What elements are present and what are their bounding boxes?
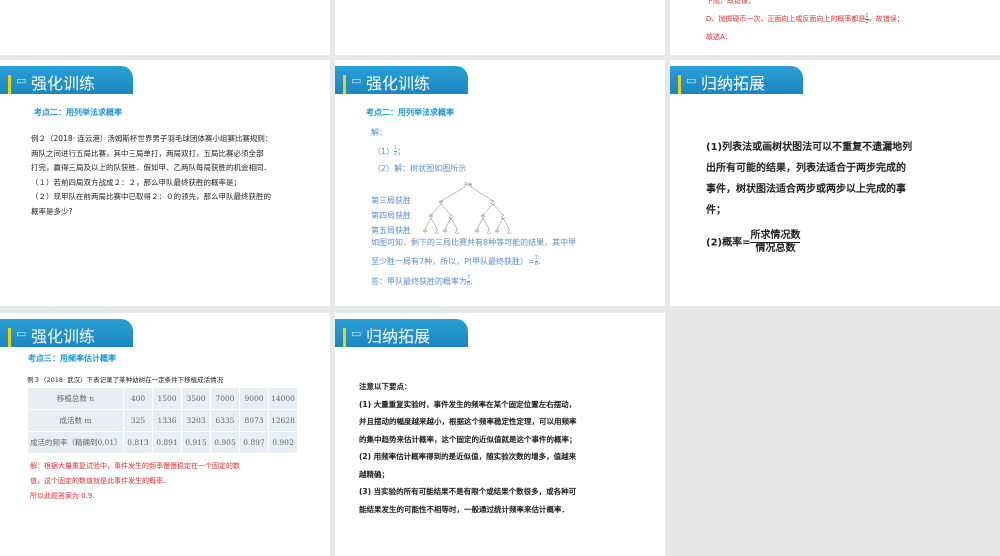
slide-title-tab: ▭ 归纳拓展 — [670, 66, 803, 94]
slide-title-tab: ▭ 归纳拓展 — [335, 319, 468, 347]
slide-thumbnail[interactable]: ▭ 归纳拓展 注意以下要点： (1) 大量重复实验时，事件发生的频率在某个固定位置左… — [335, 313, 665, 556]
example-text: 例３（2018· 武汉）下表记录了某种幼树在一定条件下移植成活情况 — [27, 376, 224, 384]
solution-text: 解：根据大量重复试验中，事件发生的频率慢慢稳定在一个固定的数 值，这个固定的数值就… — [30, 462, 240, 500]
svg-text:乙: 乙 — [507, 228, 511, 234]
text-line: 至少胜一局有7种，所以，P(甲队最终获胜）= 7 8. — [371, 255, 541, 267]
problem-text: 例２（2018· 连云港）汤姆斯杯世界男子羽毛球团体赛小组赛比赛规则： 两队之间进… — [31, 134, 273, 216]
book-icon: ▭ — [16, 327, 27, 340]
book-icon: ▭ — [686, 74, 697, 87]
text-line: 下雨，故错误； — [706, 0, 755, 5]
text-line: （2）解：树状图如图所示 — [373, 164, 467, 173]
svg-text:乙: 乙 — [487, 228, 491, 234]
svg-text:甲: 甲 — [423, 229, 427, 234]
book-icon: ▭ — [351, 327, 362, 340]
tree-root: 开始 — [464, 182, 472, 187]
svg-text:甲: 甲 — [475, 229, 479, 234]
slide-thumbnail[interactable]: ▭ 强化训练 考点二：用列举法求概率 解： （1） 1 2； （2）解：树状图如图所示… — [335, 60, 665, 306]
text-line: （1） 1 2； — [373, 145, 406, 157]
book-icon: ▭ — [351, 74, 362, 87]
tree-level-labels: 第三局获胜 第四局获胜 第五局获胜 — [371, 196, 411, 235]
book-icon: ▭ — [16, 74, 27, 87]
table-row: 移植总数 n 400 1500 3500 7000 9000 14000 — [27, 387, 298, 410]
slide-thumbnail[interactable]: ▭ 强化训练 考点三：用频率估计概率 例３（2018· 武汉）下表记录了某种幼树在… — [0, 313, 330, 556]
svg-text:甲: 甲 — [495, 229, 499, 234]
svg-text:甲: 甲 — [443, 229, 447, 234]
text-line: 如图可知，剩下的三局比赛共有8种等可能的结果，其中甲 — [371, 238, 577, 247]
text-line: 答：甲队最终获胜的概率为 7 8. — [371, 275, 473, 287]
svg-text:乙: 乙 — [501, 213, 505, 219]
svg-text:甲: 甲 — [429, 214, 433, 219]
svg-text:乙: 乙 — [449, 213, 453, 219]
svg-text:乙: 乙 — [435, 228, 439, 234]
table-row: 成活的频率（精确到0.01） 0.813 0.891 0.915 0.905 0.897 0… — [27, 431, 298, 454]
slide-thumbnail[interactable]: ▭ 归纳拓展 (1)列表法或画树状图法可以不重复不遗漏地列 出所有可能的结果，列表法… — [670, 60, 1000, 306]
tree-diagram: 开始 甲乙 甲乙甲乙 甲乙甲乙 甲乙甲乙 — [423, 182, 511, 234]
summary-text: (1)列表法或画树状图法可以不重复不遗漏地列 出所有可能的结果，列表法适合于两步完… — [706, 142, 913, 216]
data-table: 移植总数 n 400 1500 3500 7000 9000 14000 成活数 m 325 1… — [27, 387, 298, 454]
section-heading: 考点二：用列举法求概率 — [366, 108, 454, 117]
svg-text:乙: 乙 — [491, 199, 495, 205]
formula: (2)概率= 所求情况数 情况总数 — [706, 230, 801, 254]
slide-thumbnail[interactable] — [335, 0, 665, 55]
summary-text: 注意以下要点： (1) 大量重复实验时，事件发生的频率在某个固定位置左右摆动， 并且… — [359, 382, 577, 514]
slide-thumbnail[interactable] — [0, 0, 330, 55]
section-heading: 考点二：用列举法求概率 — [34, 108, 122, 117]
slide-title-tab: ▭ 强化训练 — [335, 66, 468, 94]
slide-thumbnail[interactable]: 下雨，故错误； D、抛掷硬币一次，正面向上或反面向上的概率都是 1 2 ，故错误； 故… — [670, 0, 1000, 55]
svg-text:甲: 甲 — [439, 200, 443, 205]
slide-title-tab: ▭ 强化训练 — [0, 66, 133, 94]
text-line: 故选A． — [706, 33, 732, 41]
section-heading: 考点三：用频率估计概率 — [28, 354, 116, 363]
svg-text:乙: 乙 — [455, 228, 459, 234]
text-line: 解： — [371, 128, 387, 137]
text-line: D、抛掷硬币一次，正面向上或反面向上的概率都是 1 2 ，故错误； — [706, 12, 904, 25]
table-row: 成活数 m 325 1336 3203 6335 8073 12628 — [27, 409, 298, 432]
slide-thumbnail[interactable]: ▭ 强化训练 考点二：用列举法求概率 例２（2018· 连云港）汤姆斯杯世界男子羽… — [0, 60, 330, 306]
svg-text:甲: 甲 — [481, 214, 485, 219]
slide-title-tab: ▭ 强化训练 — [0, 319, 133, 347]
